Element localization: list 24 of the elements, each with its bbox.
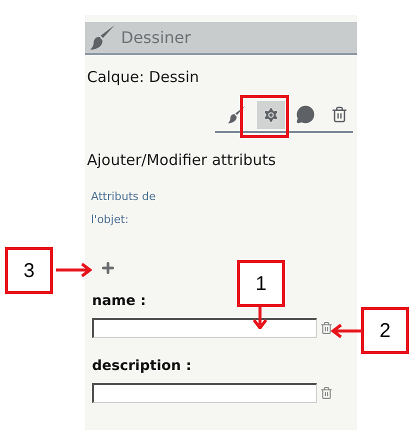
tool-button[interactable] — [257, 100, 285, 128]
trash-icon[interactable] — [320, 321, 333, 335]
attributes-label: Attributs de l'objet: — [91, 189, 157, 228]
callout-arrow — [252, 305, 268, 329]
highlight-frame — [240, 95, 289, 138]
add-attribute-button[interactable] — [99, 259, 117, 277]
trash-icon — [330, 106, 348, 123]
callout-label: 3 — [5, 247, 53, 294]
settings-icon — [262, 106, 280, 124]
input-field[interactable] — [92, 383, 317, 403]
field-label: name : — [92, 292, 146, 311]
trash-icon[interactable] — [320, 386, 333, 400]
callout-arrow — [331, 323, 361, 339]
input-field[interactable] — [92, 318, 317, 338]
plus-icon — [100, 260, 116, 276]
brush-icon — [227, 104, 247, 124]
field-label: description : — [92, 357, 192, 376]
callout-arrow — [56, 262, 92, 278]
callout-label: 2 — [361, 307, 409, 354]
section-title: Ajouter/Modifier attributs — [87, 150, 277, 170]
layer-label: Calque: Dessin — [87, 67, 200, 88]
speech-bubble-icon — [296, 105, 314, 124]
panel-title: Dessiner — [121, 26, 191, 48]
callout-label: 1 — [237, 260, 285, 307]
